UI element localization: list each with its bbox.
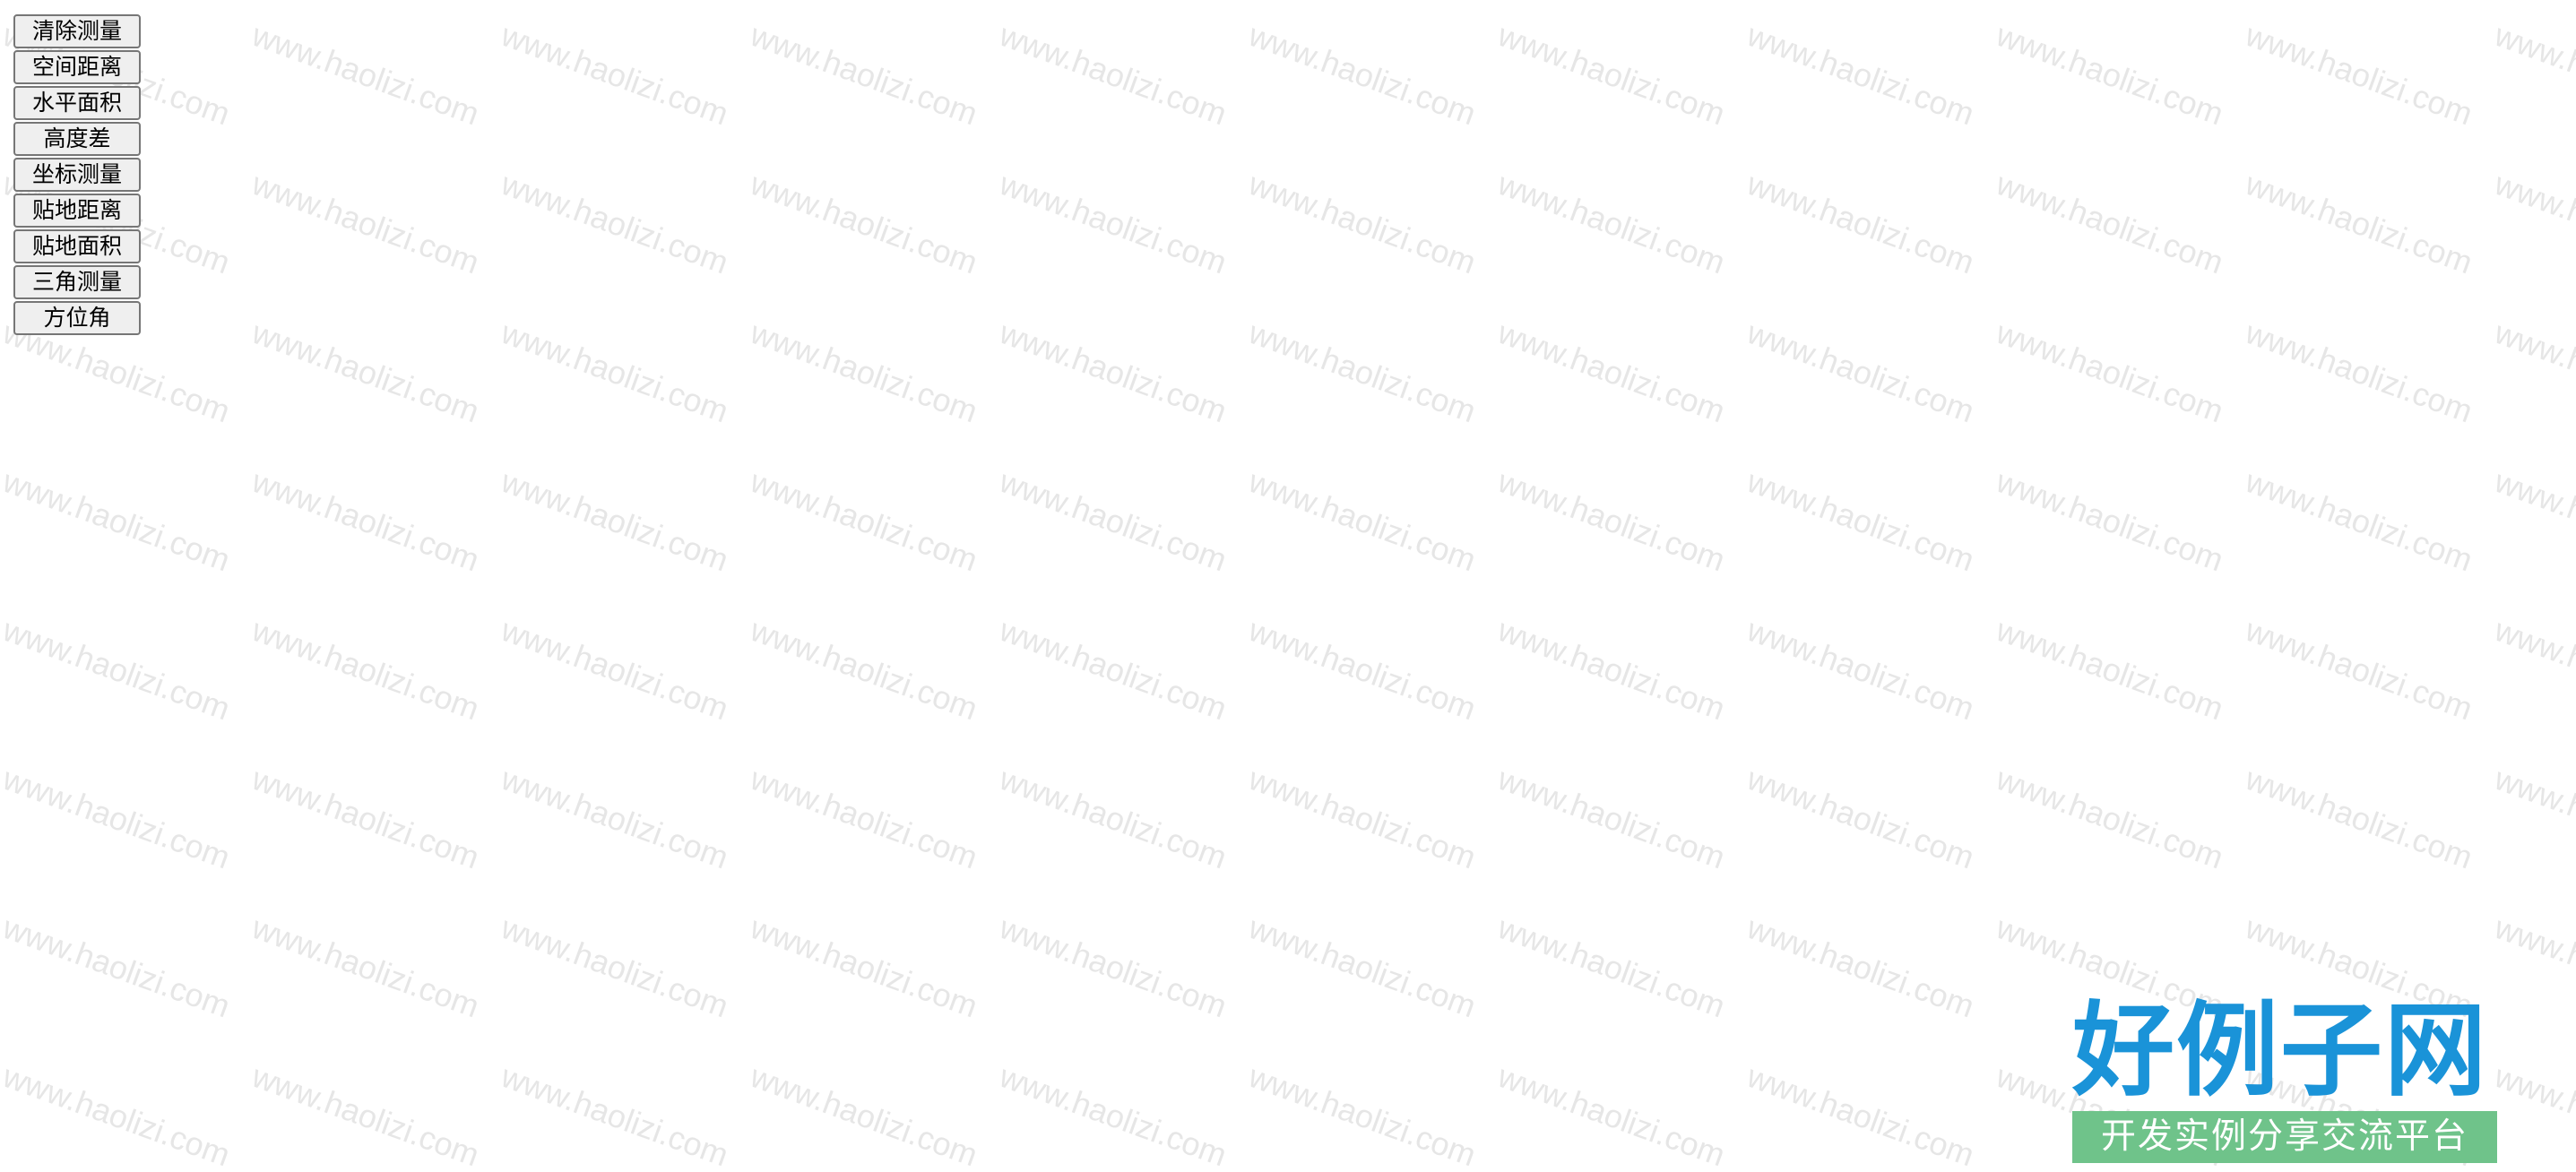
watermark-text: www.haolizi.com <box>994 165 1232 281</box>
watermark-text: www.haolizi.com <box>1492 16 1731 133</box>
ground-area-button[interactable]: 贴地面积 <box>13 229 141 263</box>
watermark-text: www.haolizi.com <box>1492 909 1731 1025</box>
watermark-text: www.haolizi.com <box>745 909 983 1025</box>
watermark-text: www.haolizi.com <box>1991 760 2229 876</box>
watermark-text: www.haolizi.com <box>1742 909 1980 1025</box>
watermark-text: www.haolizi.com <box>1492 314 1731 430</box>
watermark-text: www.haolizi.com <box>745 165 983 281</box>
watermark-text: www.haolizi.com <box>2489 611 2576 728</box>
watermark-text: www.haolizi.com <box>994 1057 1232 1172</box>
brand-slogan-bar: 开发实例分享交流平台 <box>2072 1111 2497 1163</box>
watermark-text: www.haolizi.com <box>496 611 734 728</box>
watermark-text: www.haolizi.com <box>246 16 485 133</box>
watermark-text: www.haolizi.com <box>1742 760 1980 876</box>
watermark-text: www.haolizi.com <box>2240 462 2478 579</box>
clear-measurement-button[interactable]: 清除测量 <box>13 14 141 48</box>
watermark-text: www.haolizi.com <box>994 760 1232 876</box>
watermark-text: www.haolizi.com <box>2489 1057 2576 1172</box>
brand-title: 好例子网 <box>2072 990 2489 1110</box>
watermark-text: www.haolizi.com <box>745 314 983 430</box>
azimuth-button[interactable]: 方位角 <box>13 301 141 335</box>
watermark-text: www.haolizi.com <box>1492 611 1731 728</box>
watermark-text: www.haolizi.com <box>745 16 983 133</box>
brand-slogan: 开发实例分享交流平台 <box>2100 1116 2468 1157</box>
watermark-text: www.haolizi.com <box>2489 462 2576 579</box>
watermark-text: www.haolizi.com <box>246 909 485 1025</box>
watermark-text: www.haolizi.com <box>1742 16 1980 133</box>
watermark-text: www.haolizi.com <box>994 314 1232 430</box>
watermark-text: www.haolizi.com <box>1243 16 1482 133</box>
watermark-text: www.haolizi.com <box>246 314 485 430</box>
watermark-text: www.haolizi.com <box>1243 1057 1482 1172</box>
watermark-text: www.haolizi.com <box>496 165 734 281</box>
watermark-text: www.haolizi.com <box>994 462 1232 579</box>
watermark-text: www.haolizi.com <box>2489 909 2576 1025</box>
watermark-text: www.haolizi.com <box>1492 760 1731 876</box>
watermark-text: www.haolizi.com <box>0 760 236 876</box>
watermark-text: www.haolizi.com <box>2489 314 2576 430</box>
watermark-text: www.haolizi.com <box>994 909 1232 1025</box>
watermark-text: www.haolizi.com <box>246 611 485 728</box>
watermark-text: www.haolizi.com <box>1243 462 1482 579</box>
watermark-text: www.haolizi.com <box>496 314 734 430</box>
watermark-text: www.haolizi.com <box>1243 760 1482 876</box>
watermark-text: www.haolizi.com <box>1243 909 1482 1025</box>
watermark-text: www.haolizi.com <box>2489 165 2576 281</box>
watermark-text: www.haolizi.com <box>1991 462 2229 579</box>
watermark-text: www.haolizi.com <box>0 1057 236 1172</box>
watermark-text: www.haolizi.com <box>1492 462 1731 579</box>
watermark-text: www.haolizi.com <box>1243 314 1482 430</box>
watermark-text: www.haolizi.com <box>496 1057 734 1172</box>
watermark-text: www.haolizi.com <box>2240 760 2478 876</box>
watermark-text: www.haolizi.com <box>2240 314 2478 430</box>
watermark-text: www.haolizi.com <box>1991 165 2229 281</box>
watermark-text: www.haolizi.com <box>1243 611 1482 728</box>
watermark-text: www.haolizi.com <box>1742 462 1980 579</box>
watermark-text: www.haolizi.com <box>0 611 236 728</box>
watermark-text: www.haolizi.com <box>745 462 983 579</box>
space-distance-button[interactable]: 空间距离 <box>13 50 141 84</box>
watermark-text: www.haolizi.com <box>246 462 485 579</box>
watermark-text: www.haolizi.com <box>994 16 1232 133</box>
watermark-text: www.haolizi.com <box>246 760 485 876</box>
watermark-text: www.haolizi.com <box>1991 16 2229 133</box>
watermark-text: www.haolizi.com <box>246 1057 485 1172</box>
watermark-text: www.haolizi.com <box>1991 611 2229 728</box>
watermark-text: www.haolizi.com <box>745 760 983 876</box>
watermark-text: www.haolizi.com <box>2489 16 2576 133</box>
watermark-text: www.haolizi.com <box>2240 16 2478 133</box>
horizontal-area-button[interactable]: 水平面积 <box>13 86 141 120</box>
triangle-measurement-button[interactable]: 三角测量 <box>13 265 141 299</box>
watermark-text: www.haolizi.com <box>496 16 734 133</box>
watermark-text: www.haolizi.com <box>496 909 734 1025</box>
watermark-text: www.haolizi.com <box>496 462 734 579</box>
watermark-text: www.haolizi.com <box>1492 165 1731 281</box>
watermark-text: www.haolizi.com <box>1492 1057 1731 1172</box>
watermark-text: www.haolizi.com <box>994 611 1232 728</box>
height-difference-button[interactable]: 高度差 <box>13 122 141 156</box>
coordinate-measurement-button[interactable]: 坐标测量 <box>13 158 141 192</box>
watermark-text: www.haolizi.com <box>1742 314 1980 430</box>
watermark-text: www.haolizi.com <box>745 1057 983 1172</box>
watermark-text: www.haolizi.com <box>745 611 983 728</box>
watermark-text: www.haolizi.com <box>1991 314 2229 430</box>
watermark-text: www.haolizi.com <box>496 760 734 876</box>
watermark-text: www.haolizi.com <box>1243 165 1482 281</box>
watermark-text: www.haolizi.com <box>1742 611 1980 728</box>
measurement-toolbar: 清除测量 空间距离 水平面积 高度差 坐标测量 贴地距离 贴地面积 三角测量 方… <box>13 14 141 337</box>
watermark-text: www.haolizi.com <box>1742 1057 1980 1172</box>
watermark-text: www.haolizi.com <box>2240 611 2478 728</box>
watermark-text: www.haolizi.com <box>0 462 236 579</box>
page-canvas[interactable]: www.haolizi.com www.haolizi.com www.haoliz… <box>0 0 2576 1172</box>
ground-distance-button[interactable]: 贴地距离 <box>13 194 141 228</box>
brand-logo: 好例子网 开发实例分享交流平台 <box>2072 996 2497 1165</box>
watermark-text: www.haolizi.com <box>2240 165 2478 281</box>
watermark-text: www.haolizi.com <box>0 909 236 1025</box>
watermark-text: www.haolizi.com <box>1742 165 1980 281</box>
watermark-text: www.haolizi.com <box>246 165 485 281</box>
watermark-text: www.haolizi.com <box>2489 760 2576 876</box>
